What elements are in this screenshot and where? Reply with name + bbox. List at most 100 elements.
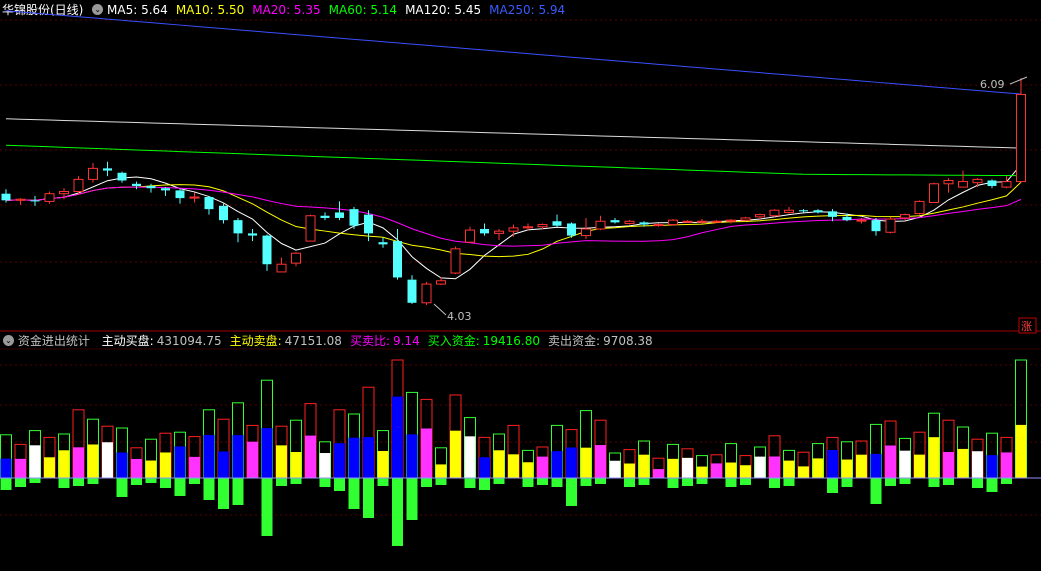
sell-bar xyxy=(145,478,157,483)
candle-body xyxy=(828,211,837,217)
sell-bar xyxy=(1001,478,1012,484)
candle-body xyxy=(262,235,272,265)
high-arrow xyxy=(1009,76,1028,85)
sell-bar xyxy=(624,478,635,487)
candle-body xyxy=(393,241,402,278)
candle-body xyxy=(1001,181,1012,188)
buy-fill-bar xyxy=(798,466,809,478)
candle-body xyxy=(653,224,664,227)
candle-body xyxy=(914,200,925,215)
buy-fill-bar xyxy=(711,463,722,478)
sell-bar xyxy=(232,478,244,505)
sell-bar xyxy=(15,478,26,487)
buy-fill-bar xyxy=(667,458,679,478)
buy-fill-bar xyxy=(421,428,432,478)
buy-fill-bar xyxy=(290,451,302,478)
buy-fill-bar xyxy=(740,465,751,478)
buy-fill-bar xyxy=(827,449,838,478)
candle-body xyxy=(900,214,910,219)
rise-badge-text: 涨 xyxy=(1021,320,1032,333)
buy-fill-bar xyxy=(44,457,55,478)
sell-bar xyxy=(189,478,200,484)
buy-fill-bar xyxy=(638,454,650,478)
sell-bar xyxy=(682,478,693,486)
candle-body xyxy=(682,220,693,223)
buy-fill-bar xyxy=(450,430,461,478)
sell-bar xyxy=(319,478,331,487)
sell-bar xyxy=(580,478,592,486)
candle-body xyxy=(610,220,620,223)
ma5-line xyxy=(5,164,1022,280)
candle-body xyxy=(668,219,678,226)
buy-fill-bar xyxy=(247,441,258,478)
sell-bar xyxy=(406,478,418,520)
candle-body xyxy=(436,280,446,285)
candle-body xyxy=(842,216,852,221)
moving-average-lines xyxy=(5,10,1022,280)
buy-fill-bar xyxy=(435,464,447,478)
buy-fill-bar xyxy=(943,451,954,478)
candle-body xyxy=(784,209,794,213)
buy-fill-bar xyxy=(363,437,374,478)
buy-fill-bar xyxy=(377,450,389,478)
sell-bar xyxy=(972,478,983,488)
buy-fill-bar xyxy=(464,436,476,478)
buy-fill-bar xyxy=(957,448,969,478)
buy-fill-bar xyxy=(29,445,41,478)
candle-body xyxy=(204,197,214,210)
candle-body xyxy=(726,219,736,222)
sell-bar xyxy=(566,478,577,506)
ma60-line xyxy=(5,144,1022,177)
buy-fill-bar xyxy=(87,444,99,478)
buy-fill-bar xyxy=(116,452,128,478)
candle-body xyxy=(175,190,185,199)
candle-body xyxy=(450,248,461,274)
sell-bar xyxy=(58,478,70,488)
sell-bar xyxy=(160,478,171,488)
sell-bar xyxy=(87,478,99,484)
sell-bar xyxy=(261,478,273,536)
candle-body xyxy=(44,193,55,202)
buy-fill-bar xyxy=(493,450,505,478)
sell-bar xyxy=(885,478,896,486)
sell-bar xyxy=(464,478,476,488)
buy-fill-bar xyxy=(580,447,592,478)
candle-body xyxy=(929,183,939,204)
sell-bar xyxy=(725,478,737,487)
buy-fill-bar xyxy=(624,463,635,478)
candle-body xyxy=(276,263,287,273)
candle-body xyxy=(552,221,562,226)
candle-body xyxy=(871,220,881,232)
candle-body xyxy=(291,252,301,264)
candle-body xyxy=(508,227,519,232)
buy-fill-bar xyxy=(841,459,853,478)
candle-body xyxy=(335,212,344,218)
candle-body xyxy=(885,218,896,233)
buy-fill-bar xyxy=(885,445,896,478)
rise-badge[interactable]: 涨 xyxy=(1018,317,1037,334)
buy-fill-bar xyxy=(145,460,157,478)
sell-bar xyxy=(290,478,302,484)
buy-fill-bar xyxy=(73,447,84,478)
stock-chart[interactable]: 6.09 4.03 涨 xyxy=(0,0,1041,571)
buy-fill-bar xyxy=(682,457,693,478)
buy-fill-bar xyxy=(261,428,273,478)
low-arrow xyxy=(433,303,447,316)
candle-body xyxy=(972,178,983,184)
buy-fill-bar xyxy=(986,455,998,478)
sell-bar xyxy=(377,478,389,486)
sell-bar xyxy=(827,478,838,493)
candle-body xyxy=(958,181,968,188)
sell-bar xyxy=(435,478,447,485)
buy-fill-bar xyxy=(783,460,795,478)
sell-bar xyxy=(595,478,606,484)
candle-body xyxy=(813,210,823,213)
buy-fill-bar xyxy=(102,442,113,478)
candle-body xyxy=(132,183,141,186)
candle-body xyxy=(799,210,808,212)
candle-body xyxy=(523,226,533,229)
candle-body xyxy=(421,283,432,304)
sell-bar xyxy=(392,478,403,546)
sell-bar xyxy=(73,478,84,486)
buy-fill-bar xyxy=(334,443,345,478)
